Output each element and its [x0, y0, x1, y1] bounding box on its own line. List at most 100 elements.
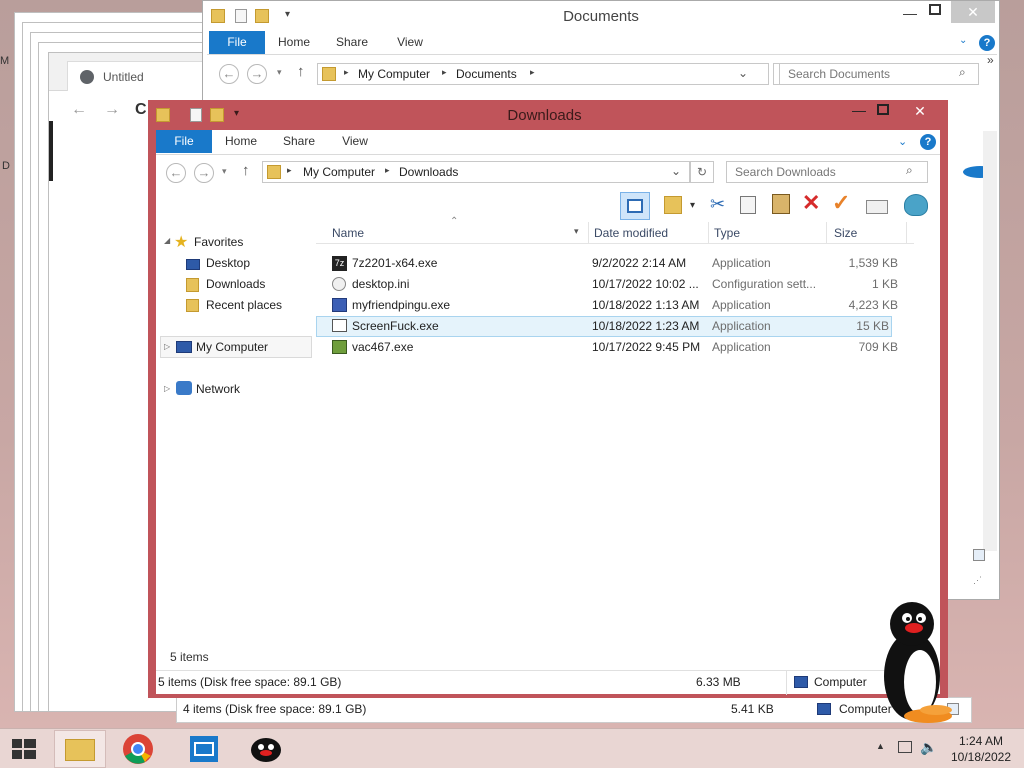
- file-row-selected[interactable]: ScreenFuck.exe 10/18/2022 1:23 AM Applic…: [316, 316, 892, 337]
- file-row[interactable]: myfriendpingu.exe 10/18/2022 1:13 AM App…: [316, 295, 914, 316]
- up-arrow-icon[interactable]: ↑: [297, 63, 305, 80]
- file-date: 9/2/2022 2:14 AM: [592, 256, 687, 270]
- shell-icon[interactable]: [904, 194, 928, 216]
- folder-options-icon[interactable]: [664, 196, 682, 214]
- reload-icon[interactable]: C: [135, 101, 147, 119]
- forward-button[interactable]: →: [247, 64, 267, 84]
- nav-favorites[interactable]: Favorites: [194, 235, 243, 249]
- up-arrow-icon[interactable]: ↑: [242, 162, 250, 179]
- browser-tab[interactable]: Untitled: [67, 61, 212, 91]
- breadcrumb-item[interactable]: My Computer: [358, 67, 430, 81]
- file-type: Application: [712, 340, 771, 354]
- ribbon-expand-icon[interactable]: ⌄: [959, 35, 967, 46]
- column-type[interactable]: Type: [714, 226, 740, 240]
- tab-home[interactable]: Home: [216, 130, 266, 153]
- breadcrumb-item[interactable]: Documents: [456, 67, 517, 81]
- column-name[interactable]: Name: [332, 226, 364, 240]
- chrome-icon[interactable]: [112, 730, 164, 768]
- forward-arrow-icon[interactable]: →: [104, 101, 120, 119]
- tab-file[interactable]: File: [156, 130, 212, 153]
- close-button[interactable]: ✕: [951, 1, 995, 23]
- nav-recent-places[interactable]: Recent places: [206, 298, 282, 312]
- nav-my-computer[interactable]: My Computer: [196, 340, 268, 354]
- forward-button[interactable]: →: [194, 163, 214, 183]
- mail-icon[interactable]: [178, 730, 230, 768]
- pingu-icon[interactable]: [240, 730, 292, 768]
- file-type: Application: [712, 256, 771, 270]
- minimize-button[interactable]: —: [852, 102, 866, 118]
- start-button[interactable]: [0, 730, 52, 768]
- maximize-button[interactable]: [929, 4, 941, 15]
- file-name: desktop.ini: [352, 277, 410, 291]
- folder-icon: [322, 67, 336, 81]
- recent-places-icon: [186, 299, 199, 312]
- back-arrow-icon[interactable]: ←: [71, 101, 87, 119]
- clock-date[interactable]: 10/18/2022: [944, 750, 1018, 764]
- back-button[interactable]: ←: [219, 64, 239, 84]
- downloads-address-bar[interactable]: ▸ My Computer ▸ Downloads ⌄: [262, 161, 690, 183]
- paste-icon[interactable]: [772, 194, 790, 214]
- items-count: 5 items: [170, 650, 209, 664]
- show-hidden-icons[interactable]: ▲: [876, 741, 885, 751]
- search-icon[interactable]: ⌕: [906, 163, 913, 178]
- volume-icon[interactable]: 🔈: [920, 739, 937, 756]
- resize-grip-icon[interactable]: ⋰: [973, 575, 991, 595]
- nav-desktop[interactable]: Desktop: [206, 256, 250, 270]
- nav-network[interactable]: Network: [196, 382, 240, 396]
- file-row[interactable]: vac467.exe 10/17/2022 9:45 PM Applicatio…: [316, 337, 914, 358]
- recent-locations-icon[interactable]: ▾: [222, 166, 227, 177]
- column-size[interactable]: Size: [834, 226, 857, 240]
- tab-view[interactable]: View: [330, 130, 380, 153]
- ribbon-expand-icon[interactable]: ⌄: [898, 135, 907, 148]
- tab-share[interactable]: Share: [274, 130, 324, 153]
- documents-scrollbar[interactable]: [983, 131, 997, 551]
- column-date-modified[interactable]: Date modified: [594, 226, 668, 240]
- pingu-character[interactable]: [880, 600, 960, 726]
- file-size: 4,223 KB: [848, 298, 898, 312]
- file-type: Application: [712, 319, 771, 333]
- file-explorer-icon[interactable]: [54, 730, 106, 768]
- downloads-window: ▾ Downloads — ✕ File Home Share View ⌄ ?…: [148, 100, 948, 698]
- downloads-search-input[interactable]: Search Downloads: [726, 161, 928, 183]
- tab-share[interactable]: Share: [327, 31, 377, 54]
- tab-file[interactable]: File: [209, 31, 265, 54]
- recent-locations-icon[interactable]: ▾: [277, 67, 282, 78]
- folder-options-dropdown-icon[interactable]: ▾: [690, 200, 695, 211]
- maximize-button[interactable]: [877, 104, 889, 115]
- downloads-body: File Home Share View ⌄ ? ← → ▾ ↑ ▸ My Co…: [156, 130, 940, 690]
- minimize-button[interactable]: —: [903, 5, 917, 21]
- preview-pane-button[interactable]: [620, 192, 650, 220]
- back-button[interactable]: ←: [166, 163, 186, 183]
- column-filter-icon[interactable]: ▾: [574, 226, 579, 237]
- rename-icon[interactable]: [866, 200, 888, 214]
- network-tray-icon[interactable]: [898, 741, 912, 753]
- documents-title: Documents: [563, 8, 639, 25]
- file-date: 10/18/2022 1:23 AM: [592, 319, 700, 333]
- tab-home[interactable]: Home: [269, 31, 319, 54]
- ribbon-overflow-icon[interactable]: »: [987, 53, 994, 67]
- clock-time[interactable]: 1:24 AM: [944, 734, 1018, 748]
- cut-icon[interactable]: ✂: [710, 194, 725, 215]
- help-icon[interactable]: ?: [920, 134, 936, 150]
- close-button[interactable]: ✕: [898, 100, 942, 122]
- refresh-button[interactable]: ↻: [690, 161, 714, 183]
- view-toggle-icon[interactable]: [973, 549, 985, 561]
- copy-icon[interactable]: [740, 196, 756, 214]
- help-icon[interactable]: ?: [979, 35, 995, 51]
- file-size: 709 KB: [858, 340, 898, 354]
- search-icon[interactable]: ⌕: [959, 65, 966, 80]
- delete-icon[interactable]: ✕: [802, 190, 820, 216]
- status-location: Computer: [814, 675, 867, 689]
- breadcrumb-item[interactable]: My Computer: [303, 165, 375, 179]
- file-row[interactable]: 7z 7z2201-x64.exe 9/2/2022 2:14 AM Appli…: [316, 253, 914, 274]
- documents-search-input[interactable]: Search Documents: [779, 63, 979, 85]
- breadcrumb-item[interactable]: Downloads: [399, 165, 458, 179]
- tab-view[interactable]: View: [385, 31, 435, 54]
- checkmark-icon[interactable]: ✓: [832, 190, 850, 216]
- network-icon: [176, 381, 192, 395]
- file-row[interactable]: desktop.ini 10/17/2022 10:02 ... Configu…: [316, 274, 914, 295]
- chevron-down-icon[interactable]: ⌄: [738, 66, 748, 80]
- nav-downloads[interactable]: Downloads: [206, 277, 265, 291]
- documents-address-bar[interactable]: ▸ My Computer ▸ Documents ▸ ⌄: [317, 63, 769, 85]
- chevron-down-icon[interactable]: ⌄: [671, 164, 681, 178]
